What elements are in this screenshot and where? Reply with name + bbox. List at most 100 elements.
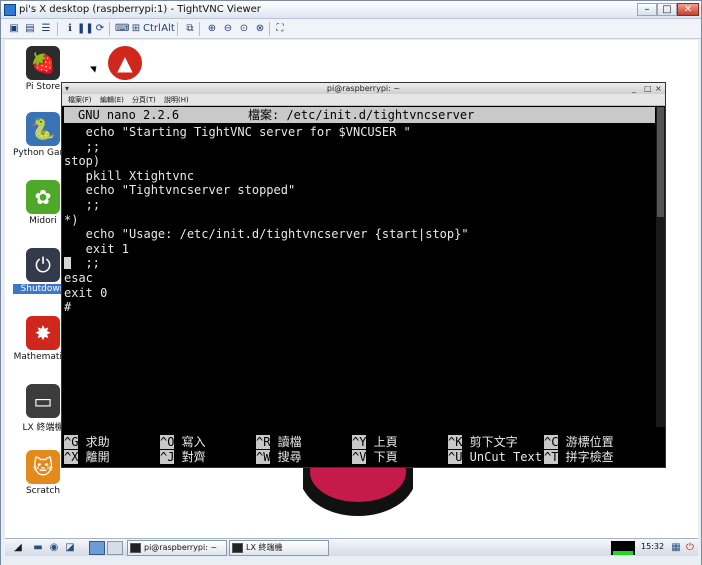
scrollbar-thumb[interactable] <box>657 107 664 217</box>
nano-shortcut[interactable]: ^V 下頁 <box>352 450 398 465</box>
vnc-toolbar: ▣ ▤ ☰ ℹ ❚❚ ⟳ ⌨ ⊞ Ctrl Alt ⧉ ⊕ ⊖ ⊙ ⊗ ⛶ <box>1 19 701 39</box>
transfer-files-icon[interactable]: ⧉ <box>183 21 197 37</box>
shortcut-key: ^G <box>64 435 79 449</box>
nano-shortcut[interactable]: ^Y 上頁 <box>352 435 398 450</box>
windows-key-icon[interactable]: ⊞ <box>129 21 143 37</box>
menu-file[interactable]: 檔案(F) <box>68 95 92 105</box>
code-line: stop) <box>64 154 101 169</box>
terminal-minimize-icon[interactable]: _ <box>632 84 636 93</box>
window-title: pi's X desktop (raspberrypi:1) - TightVN… <box>19 4 261 15</box>
taskbar-task-label: pi@raspberrypi: ~ <box>144 543 218 552</box>
terminal-task-icon <box>130 543 141 553</box>
nano-shortcut[interactable]: ^J 對齊 <box>160 450 206 465</box>
ctrl-key-button[interactable]: Ctrl <box>143 21 161 37</box>
refresh-icon[interactable]: ⟳ <box>93 21 107 37</box>
desktop-app-icon: ✸ <box>26 316 60 350</box>
toolbar-separator <box>199 22 200 36</box>
nano-shortcut[interactable]: ^R 讀檔 <box>256 435 302 450</box>
shortcut-row: ^G 求助 ^O 寫入 ^R 讀檔 ^Y 上頁 ^K 剪下文字 ^C 游標位置 <box>64 435 654 450</box>
pause-icon[interactable]: ❚❚ <box>77 21 94 37</box>
web-browser-icon[interactable]: ◉ <box>47 541 61 555</box>
start-menu-icon[interactable]: ◢ <box>11 541 25 555</box>
nano-shortcut[interactable]: ^U UnCut Text <box>448 450 542 465</box>
taskbar-clock[interactable]: 15:32 <box>641 542 664 551</box>
code-line: ;; <box>64 197 101 212</box>
zoom-fit-icon[interactable]: ⊗ <box>253 21 267 37</box>
fullscreen-icon[interactable]: ⛶ <box>273 21 287 37</box>
options-icon[interactable]: ☰ <box>39 21 53 37</box>
taskbar-task-terminal[interactable]: pi@raspberrypi: ~ <box>127 540 227 556</box>
terminal-maximize-icon[interactable]: □ <box>644 84 652 93</box>
shortcut-label: 上頁 <box>366 435 398 449</box>
code-line: exit 0 <box>64 285 108 300</box>
minimize-button[interactable]: – <box>637 3 657 16</box>
shortcut-label: 下頁 <box>366 450 398 464</box>
menu-edit[interactable]: 編輯(E) <box>100 95 124 105</box>
new-connection-icon[interactable]: ▣ <box>7 21 21 37</box>
shortcut-label: 離開 <box>78 450 110 464</box>
desktop-switch-icon[interactable]: ◪ <box>63 541 77 555</box>
zoom-in-icon[interactable]: ⊕ <box>205 21 219 37</box>
code-line: *) <box>64 212 79 227</box>
shortcut-key: ^R <box>256 435 271 449</box>
toolbar-separator <box>109 22 110 36</box>
raspberry-wallpaper-logo <box>303 458 413 516</box>
code-line: echo "Starting TightVNC server for $VNCU… <box>64 125 411 139</box>
taskbar-task-lxterminal[interactable]: LX 終端機 <box>229 540 329 556</box>
vnc-status-strip <box>1 556 701 565</box>
shortcut-key: ^U <box>448 450 463 464</box>
nano-shortcut[interactable]: ^G 求助 <box>64 435 110 450</box>
tightvnc-app-icon <box>4 4 16 16</box>
shortcut-label: UnCut Text <box>462 450 542 464</box>
desktop-app-icon: ✿ <box>26 180 60 214</box>
save-session-icon[interactable]: ▤ <box>23 21 37 37</box>
desktop-app-icon: 🍓 <box>26 46 60 80</box>
shortcut-key: ^W <box>256 450 271 464</box>
terminal-close-icon[interactable]: × <box>655 84 662 93</box>
workspace-2-icon[interactable] <box>107 541 123 555</box>
wolfram-desktop-icon[interactable]: ▲ <box>105 46 145 80</box>
vnc-titlebar[interactable]: pi's X desktop (raspberrypi:1) - TightVN… <box>1 1 701 19</box>
code-line: echo "Tightvncserver stopped" <box>64 183 296 198</box>
info-icon[interactable]: ℹ <box>63 21 77 37</box>
shortcut-key: ^X <box>64 450 79 464</box>
screen-lock-icon[interactable]: ▦ <box>669 541 683 555</box>
maximize-button[interactable]: □ <box>657 3 677 16</box>
shortcut-label: 剪下文字 <box>462 435 518 449</box>
shortcut-label: 拼字檢查 <box>558 450 614 464</box>
lxterminal-task-icon <box>232 543 243 553</box>
nano-shortcut[interactable]: ^O 寫入 <box>160 435 206 450</box>
text-cursor <box>64 257 71 270</box>
close-button[interactable]: ✕ <box>677 3 699 16</box>
shortcut-key: ^C <box>544 435 559 449</box>
nano-shortcut[interactable]: ^X 離開 <box>64 450 110 465</box>
code-line: ;; <box>64 256 654 271</box>
zoom-out-icon[interactable]: ⊖ <box>221 21 235 37</box>
nano-shortcut[interactable]: ^C 游標位置 <box>544 435 614 450</box>
nano-shortcut[interactable]: ^T 拼字檢查 <box>544 450 614 465</box>
menu-help[interactable]: 說明(H) <box>164 95 189 105</box>
ctrl-alt-del-icon[interactable]: ⌨ <box>115 21 129 37</box>
wolf-logo-icon: ▲ <box>108 46 142 80</box>
shortcut-label: 對齊 <box>174 450 206 464</box>
workspace-1-icon[interactable] <box>89 541 105 555</box>
code-line: exit 1 <box>64 241 130 256</box>
remote-desktop[interactable]: 🍓 Pi Store 🐍 Python Games ✿ Midori ⏻ Shutdown ✸ M… <box>5 40 698 538</box>
shortcut-label: 寫入 <box>174 435 206 449</box>
zoom-100-icon[interactable]: ⊙ <box>237 21 251 37</box>
nano-editor-text[interactable]: echo "Starting TightVNC server for $VNCU… <box>64 125 654 315</box>
file-manager-icon[interactable]: ▬ <box>31 541 45 555</box>
code-line: echo "Usage: /etc/init.d/tightvncserver … <box>64 227 469 242</box>
alt-key-button[interactable]: Alt <box>161 21 175 37</box>
lx-terminal-window[interactable]: ▾ pi@raspberrypi: ~ _ □ × 檔案(F) 編輯(E) 分頁… <box>61 82 666 468</box>
terminal-titlebar[interactable]: ▾ pi@raspberrypi: ~ _ □ × <box>62 83 665 94</box>
shortcut-label: 讀檔 <box>270 435 302 449</box>
logout-icon[interactable]: ⏻ <box>683 541 697 555</box>
menu-tabs[interactable]: 分頁(T) <box>132 95 156 105</box>
desktop-app-icon: 🐱 <box>26 450 60 484</box>
terminal-scrollbar[interactable] <box>656 107 665 427</box>
nano-shortcut[interactable]: ^K 剪下文字 <box>448 435 518 450</box>
nano-shortcut[interactable]: ^W 搜尋 <box>256 450 302 465</box>
terminal-menu-icon[interactable]: ▾ <box>65 84 69 93</box>
shortcut-key: ^V <box>352 450 367 464</box>
